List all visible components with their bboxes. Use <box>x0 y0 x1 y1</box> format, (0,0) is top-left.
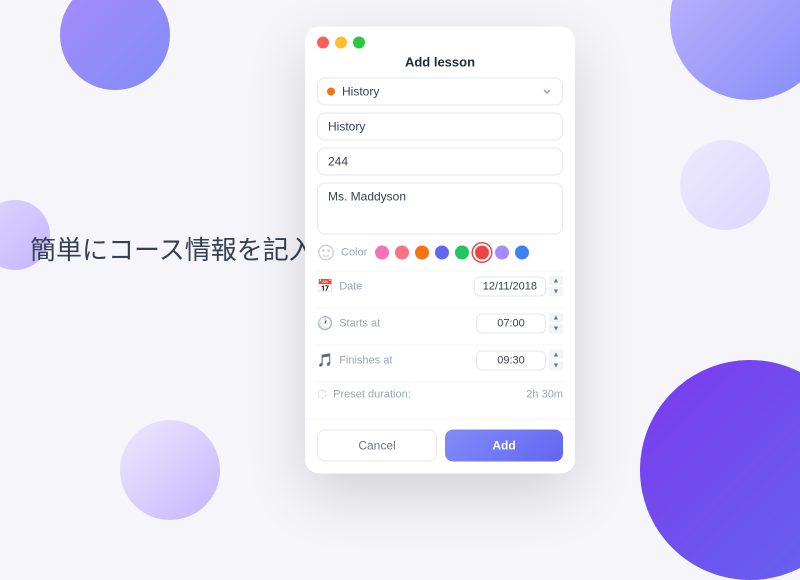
palette-icon <box>317 244 335 262</box>
color-swatch-rose[interactable] <box>395 246 409 260</box>
color-swatch-pink[interactable] <box>375 246 389 260</box>
date-label: Date <box>339 280 362 292</box>
starts-step-up[interactable]: ▲ <box>549 313 563 323</box>
finishes-stepper[interactable]: ▲ ▼ <box>549 350 563 371</box>
color-swatch-blue[interactable] <box>515 246 529 260</box>
add-lesson-dialog: Add lesson History Math Science English … <box>305 27 575 474</box>
traffic-light-red[interactable] <box>317 37 329 49</box>
traffic-light-green[interactable] <box>353 37 365 49</box>
blob-top-right <box>670 0 800 100</box>
teacher-textarea[interactable]: Ms. Maddyson <box>317 183 563 235</box>
date-step-up[interactable]: ▲ <box>549 276 563 286</box>
finishes-value-wrapper[interactable]: 09:30 ▲ ▼ <box>476 350 563 371</box>
preset-row: ⏱ Preset duration: 2h 30m <box>317 382 563 407</box>
starts-value-wrapper[interactable]: 07:00 ▲ ▼ <box>476 313 563 334</box>
preset-value: 2h 30m <box>526 389 563 401</box>
blob-bottom-left <box>120 420 220 520</box>
finishes-step-up[interactable]: ▲ <box>549 350 563 360</box>
dialog-titlebar <box>305 27 575 55</box>
calendar-icon: 📅 <box>317 278 333 294</box>
finishes-field-row: 🎵 Finishes at 09:30 ▲ ▼ <box>317 345 563 375</box>
dialog-wrapper: Add lesson History Math Science English … <box>305 27 575 474</box>
finishes-value[interactable]: 09:30 <box>476 350 546 370</box>
cancel-button[interactable]: Cancel <box>317 430 437 462</box>
starts-stepper[interactable]: ▲ ▼ <box>549 313 563 334</box>
blob-bottom-right-large <box>640 360 800 580</box>
blob-mid-right <box>680 140 770 230</box>
starts-step-down[interactable]: ▼ <box>549 324 563 334</box>
color-swatch-violet[interactable] <box>495 246 509 260</box>
subject-select[interactable]: History Math Science English Art <box>317 78 563 106</box>
date-value-wrapper[interactable]: 12/11/2018 ▲ ▼ <box>474 276 563 297</box>
clock-start-icon: 🕐 <box>317 315 333 331</box>
starts-label: Starts at <box>339 317 380 329</box>
color-row: Color <box>317 242 563 264</box>
date-step-down[interactable]: ▼ <box>549 287 563 297</box>
room-input[interactable] <box>317 148 563 176</box>
date-value[interactable]: 12/11/2018 <box>474 276 546 296</box>
dialog-body: History Math Science English Art Ms. Mad… <box>305 78 575 419</box>
starts-label-group: 🕐 Starts at <box>317 315 380 331</box>
finishes-step-down[interactable]: ▼ <box>549 361 563 371</box>
date-field-row: 📅 Date 12/11/2018 ▲ ▼ <box>317 271 563 301</box>
lesson-name-input[interactable] <box>317 113 563 141</box>
color-swatch-green[interactable] <box>455 246 469 260</box>
date-label-group: 📅 Date <box>317 278 362 294</box>
color-swatch-orange[interactable] <box>415 246 429 260</box>
preset-label-group: ⏱ Preset duration: <box>317 387 411 403</box>
starts-value[interactable]: 07:00 <box>476 313 546 333</box>
finishes-label: Finishes at <box>339 354 392 366</box>
add-button[interactable]: Add <box>445 430 563 462</box>
timer-icon: ⏱ <box>317 387 327 403</box>
starts-field-row: 🕐 Starts at 07:00 ▲ ▼ <box>317 308 563 338</box>
date-stepper[interactable]: ▲ ▼ <box>549 276 563 297</box>
color-swatch-red[interactable] <box>475 246 489 260</box>
finishes-label-group: 🎵 Finishes at <box>317 352 392 368</box>
color-label: Color <box>341 247 367 259</box>
blob-top-left <box>60 0 170 90</box>
color-swatch-indigo[interactable] <box>435 246 449 260</box>
dialog-title: Add lesson <box>305 55 575 78</box>
preset-label: Preset duration: <box>333 389 411 401</box>
traffic-light-yellow[interactable] <box>335 37 347 49</box>
dialog-footer: Cancel Add <box>305 419 575 474</box>
hero-text-line1: 簡単にコース情報を記入 <box>30 235 315 265</box>
subject-select-wrapper[interactable]: History Math Science English Art <box>317 78 563 106</box>
hero-text: 簡単にコース情報を記入 <box>30 232 315 268</box>
clock-end-icon: 🎵 <box>317 352 333 368</box>
